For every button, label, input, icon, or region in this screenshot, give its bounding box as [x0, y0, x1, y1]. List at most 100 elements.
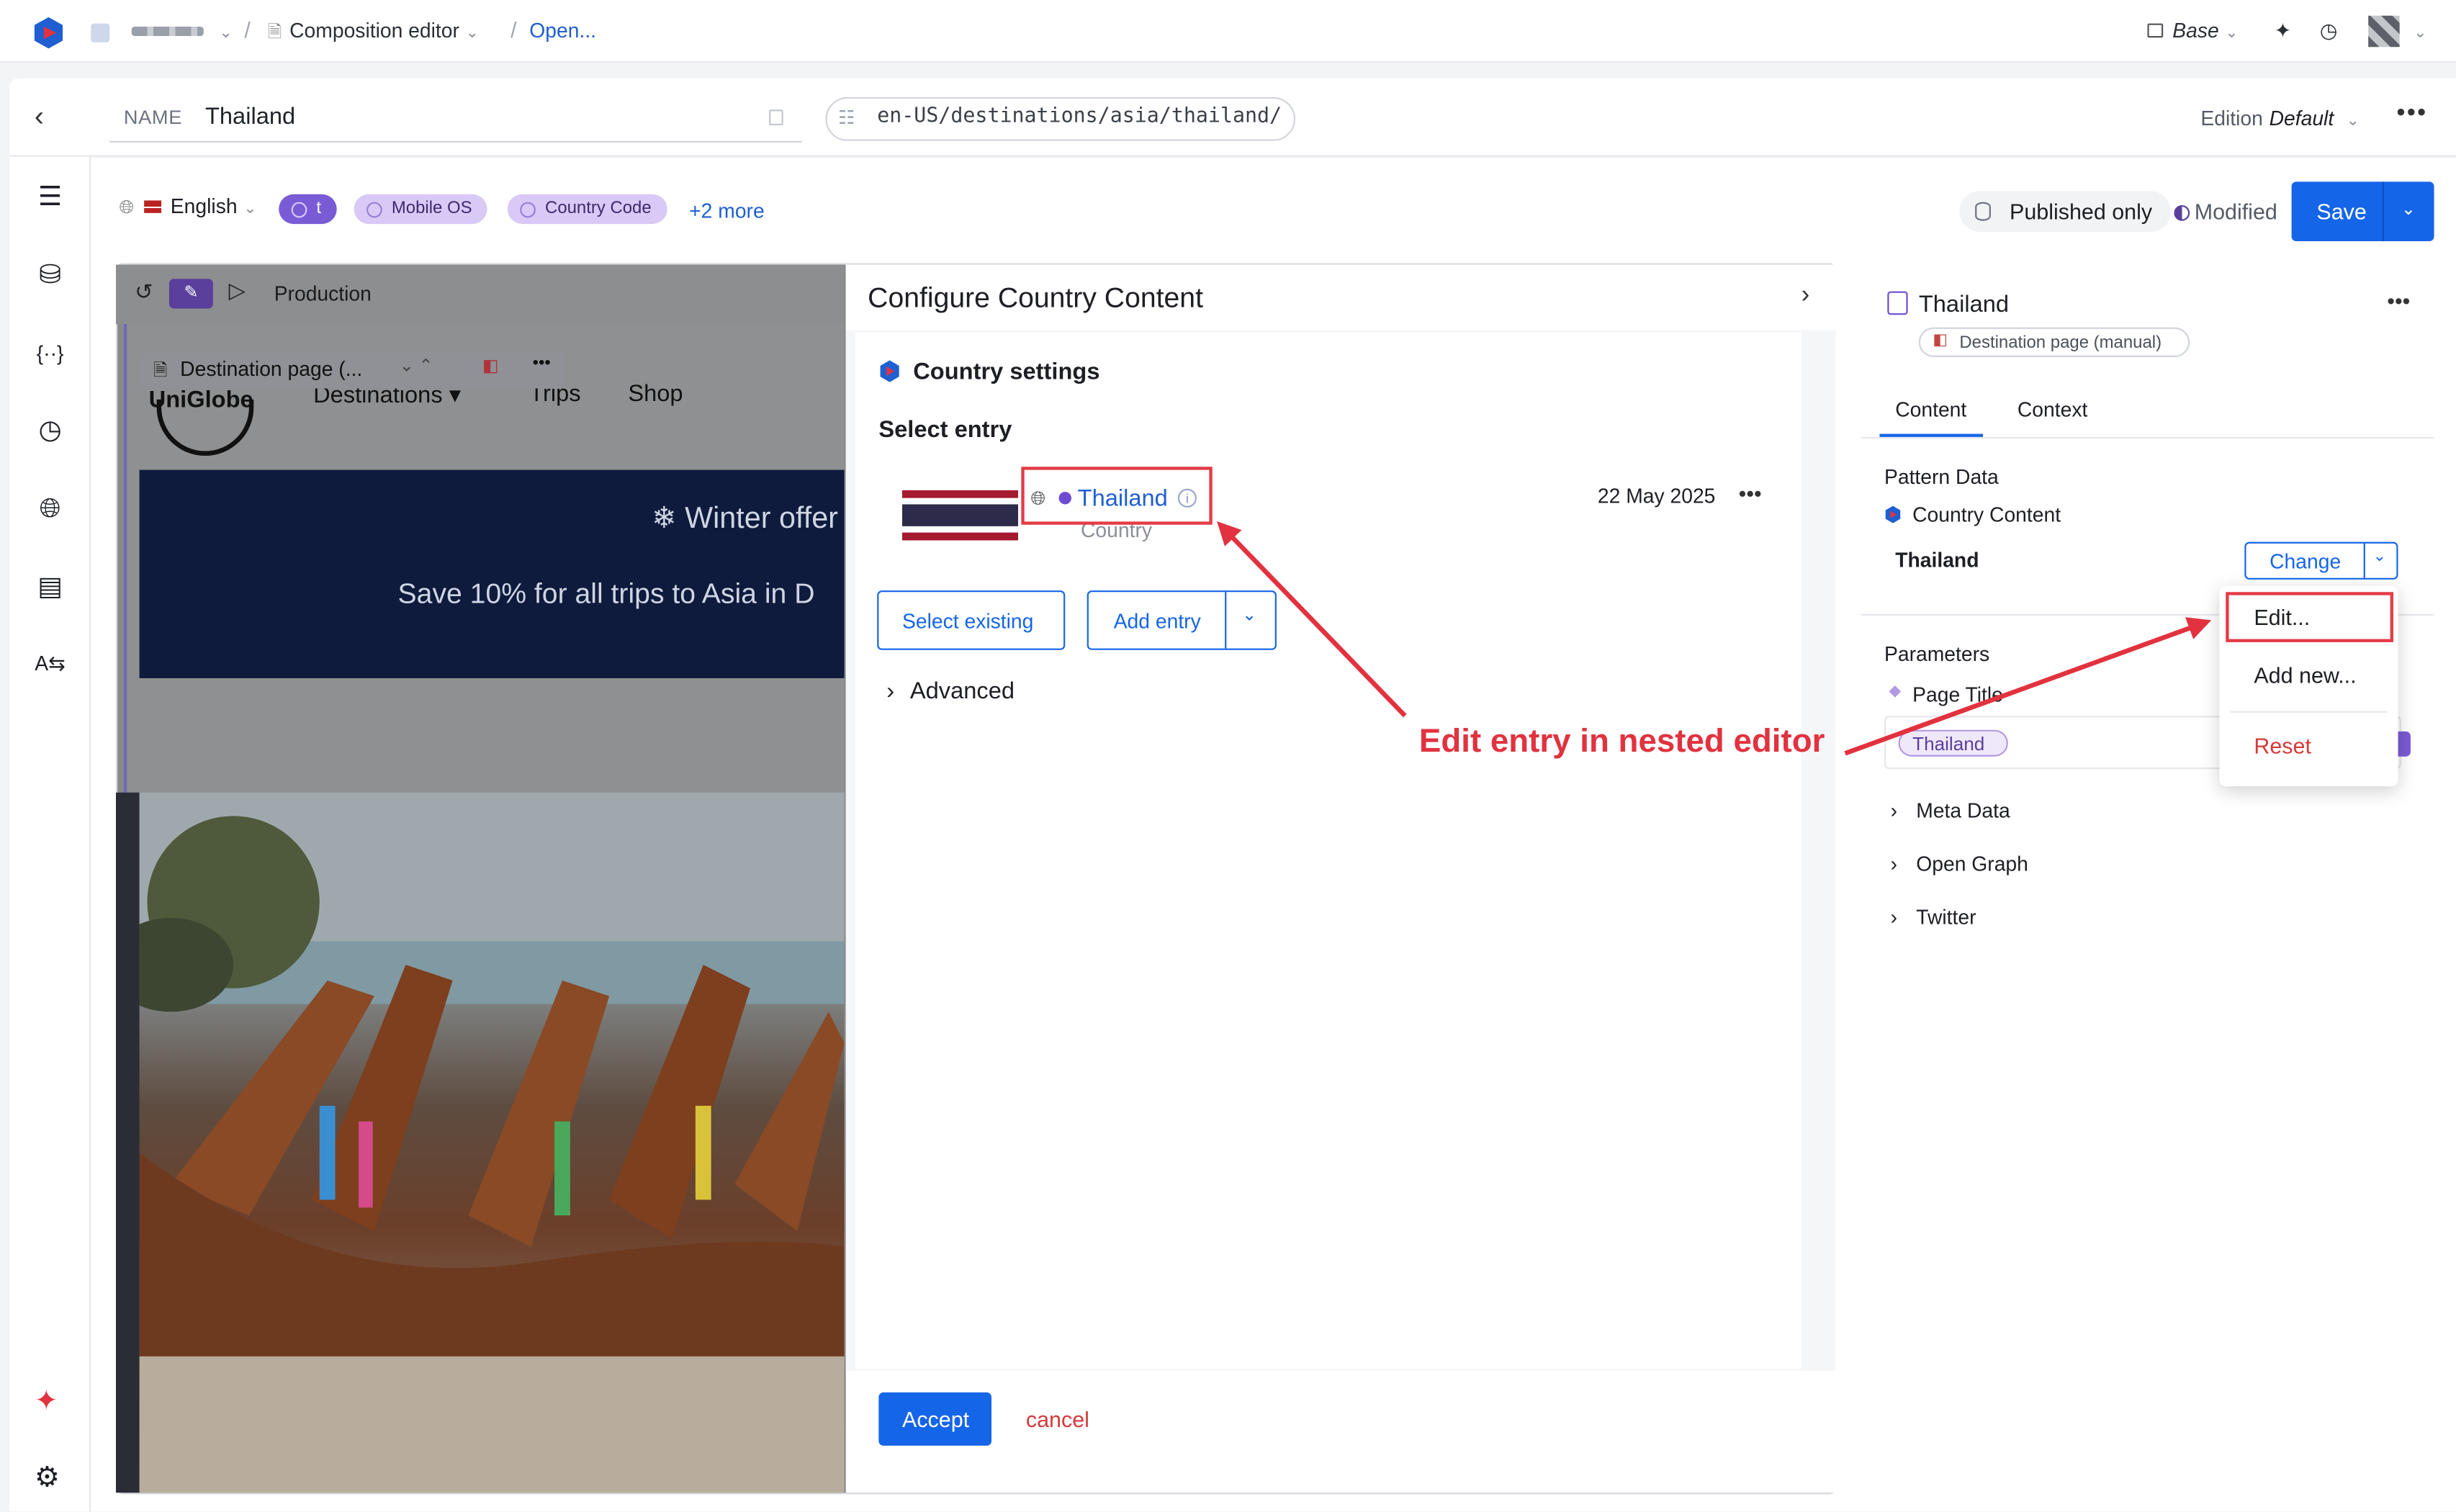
menu-item-reset[interactable]: Reset: [2254, 733, 2311, 758]
chevron-right-icon: ›: [1890, 852, 1898, 876]
app-logo[interactable]: [32, 16, 66, 50]
menu-item-add-new[interactable]: Add new...: [2254, 662, 2356, 688]
ai-sparkle-icon[interactable]: ✦: [35, 1385, 58, 1418]
chevron-right-icon: ›: [1890, 905, 1898, 930]
page-title-value-chip[interactable]: Thailand: [1898, 729, 2008, 757]
group-twitter[interactable]: › Twitter: [1891, 905, 1976, 929]
site-logo: UniGlobe: [148, 387, 253, 414]
chevron-down-icon: ⌄: [243, 200, 257, 218]
entry-date: 22 May 2025: [1597, 484, 1716, 508]
change-chevron-icon[interactable]: ⌄: [2373, 548, 2386, 565]
add-entry-chevron-icon[interactable]: ⌄: [1242, 605, 1256, 625]
chevron-down-icon: ⌄: [2225, 24, 2239, 42]
chevron-down-icon: ⌄: [377, 288, 391, 306]
back-arrow-icon[interactable]: ‹: [35, 100, 66, 135]
panel-more-icon[interactable]: •••: [2387, 288, 2410, 313]
edition-selector[interactable]: Edition Default ⌄: [2200, 107, 2359, 130]
accept-button[interactable]: Accept: [878, 1392, 992, 1446]
breadcrumb-open-link[interactable]: Open...: [529, 19, 596, 42]
group-meta-data[interactable]: › Meta Data: [1891, 798, 2010, 822]
snowflake-icon: ❄: [651, 503, 677, 536]
select-entry-label: Select entry: [878, 416, 1012, 444]
language-selector[interactable]: 🌐︎ English ⌄: [119, 194, 256, 220]
breadcrumb-separator: /: [510, 17, 517, 42]
country-content-icon: [880, 360, 899, 382]
hero-title: ❄ Winter offer: [651, 503, 838, 536]
save-button[interactable]: Save ⌄: [2291, 181, 2434, 242]
pattern-data-label: Pattern Data: [1884, 465, 1999, 489]
annotation-highlight-entry: [1021, 467, 1213, 525]
database-icon[interactable]: ⛁: [32, 257, 69, 294]
chevron-down-icon: ⌄: [465, 24, 479, 42]
target-icon: [291, 202, 307, 218]
tab-content[interactable]: Content: [1895, 398, 1966, 422]
criteria-chip-country-code[interactable]: Country Code: [507, 194, 667, 225]
chevron-down-icon: ⌄: [2346, 112, 2360, 130]
refresh-icon[interactable]: ↺: [135, 279, 153, 305]
component-more-icon[interactable]: •••: [533, 354, 551, 373]
photo-edge: [115, 792, 141, 1493]
advanced-toggle[interactable]: › Advanced: [886, 678, 1015, 705]
hero-text: Save 10% for all trips to Asia in D: [397, 577, 815, 610]
name-label: NAME: [123, 106, 183, 129]
published-only-toggle[interactable]: Published only: [1959, 191, 2172, 232]
pattern-icon[interactable]: ◧: [482, 356, 499, 376]
edit-mode-pencil-icon[interactable]: ✎: [168, 279, 213, 309]
layout-icon: [2147, 23, 2164, 38]
tree-icon: ☷: [837, 106, 855, 129]
cancel-link[interactable]: cancel: [1026, 1406, 1089, 1431]
document-icon: 🗎: [267, 23, 282, 42]
base-selector[interactable]: Base ⌄: [2147, 19, 2239, 42]
history-icon[interactable]: ◷: [32, 412, 69, 449]
settings-gear-icon[interactable]: ⚙: [35, 1462, 60, 1495]
selected-entry-value: Thailand: [1895, 548, 1979, 572]
user-avatar[interactable]: [2368, 15, 2400, 48]
history-icon[interactable]: ◷: [2320, 19, 2338, 44]
add-entry-button[interactable]: Add entry ⌄: [1087, 590, 1277, 650]
project-icon: [91, 23, 110, 42]
dialog-title: Configure Country Content: [868, 282, 1203, 314]
tab-context[interactable]: Context: [2018, 398, 2087, 422]
collapse-chevron-right-icon[interactable]: ›: [1801, 282, 1810, 310]
code-braces-icon[interactable]: {··}: [32, 336, 69, 373]
thailand-flag-image: [902, 480, 1018, 545]
collapse-chevrons-icon[interactable]: ⌄ ⌃: [400, 356, 433, 376]
divider: [1861, 436, 2434, 439]
copy-icon[interactable]: [769, 109, 783, 126]
chevron-right-icon: ›: [1890, 798, 1898, 823]
database-icon: [1975, 202, 1991, 221]
component-label[interactable]: 🗎 Destination page (... ⌄ ⌃ ◧ •••: [140, 351, 564, 389]
parameters-label: Parameters: [1884, 642, 1990, 666]
criteria-chip-mobile-os[interactable]: Mobile OS: [354, 194, 488, 225]
play-preview-icon[interactable]: ▷: [229, 277, 246, 304]
country-content-label: Country Content: [1912, 503, 2061, 526]
window-icon[interactable]: ▤: [32, 569, 69, 606]
project-chevron-icon[interactable]: ⌄: [213, 19, 233, 42]
more-options-icon[interactable]: •••: [2396, 100, 2427, 128]
translate-icon[interactable]: A⇆: [32, 645, 69, 683]
change-button[interactable]: Change ⌄: [2244, 541, 2398, 580]
page-document-icon: [1887, 291, 1908, 315]
group-open-graph[interactable]: › Open Graph: [1891, 852, 2028, 876]
us-flag-icon: [144, 200, 162, 213]
boats-photo: [139, 792, 845, 1493]
globe-icon[interactable]: 🌐︎: [32, 490, 69, 528]
panel-title: Thailand: [1918, 291, 2010, 318]
menu-divider: [2230, 711, 2388, 713]
modified-status: Modified: [2174, 199, 2277, 224]
preview-toolbar: [115, 264, 845, 325]
environment-selector[interactable]: Production ⌄: [274, 282, 391, 306]
name-value[interactable]: Thailand: [205, 104, 295, 130]
breadcrumb-composition-editor[interactable]: 🗎 Composition editor ⌄: [268, 19, 479, 48]
project-name-redacted[interactable]: [131, 26, 204, 37]
breadcrumb-separator: /: [244, 17, 251, 42]
avatar-chevron-icon[interactable]: ⌄: [2408, 19, 2426, 42]
entry-more-icon[interactable]: •••: [1739, 481, 1762, 506]
save-options-chevron-icon[interactable]: ⌄: [2401, 199, 2416, 219]
pin-icon[interactable]: ✦: [2275, 19, 2292, 44]
site-nav-shop[interactable]: Shop: [628, 381, 683, 408]
structure-icon[interactable]: ☰: [32, 179, 69, 216]
criteria-chip-t[interactable]: t: [279, 194, 337, 225]
select-existing-button[interactable]: Select existing: [877, 590, 1066, 650]
more-criteria-link[interactable]: +2 more: [689, 199, 765, 222]
